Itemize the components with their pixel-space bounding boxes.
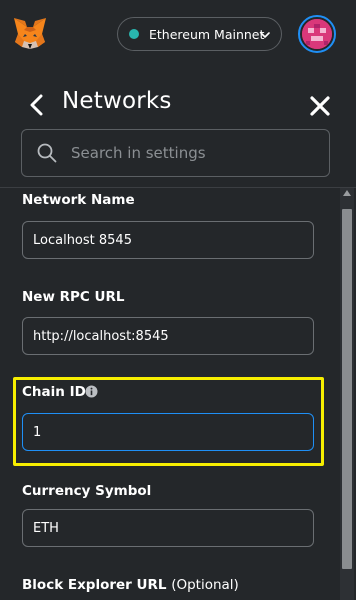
rpc-url-label: New RPC URL [22,289,125,305]
metamask-popup: Ethereum Mainnet Networks Search in sett… [0,0,356,600]
metamask-fox-icon[interactable] [12,16,48,52]
app-header: Ethereum Mainnet [0,0,356,70]
avatar-pattern-icon [302,19,332,49]
currency-symbol-field[interactable] [22,509,314,547]
block-explorer-label-text: Block Explorer URL [22,577,167,593]
settings-header: Networks [0,85,356,125]
chain-id-field[interactable] [22,413,314,451]
page-title: Networks [62,88,172,114]
account-avatar[interactable] [298,15,336,53]
rpc-url-field[interactable] [22,317,314,355]
settings-search[interactable] [21,129,330,177]
chain-id-label: Chain ID [22,384,86,400]
network-status-dot [129,29,139,39]
scroll-up-arrow-icon[interactable] [343,190,351,196]
close-icon[interactable] [309,95,331,117]
network-selector[interactable]: Ethereum Mainnet [117,17,282,51]
currency-symbol-label: Currency Symbol [22,483,152,499]
search-icon [37,143,57,163]
block-explorer-label: Block Explorer URL (Optional) [22,577,239,593]
form-scrollbar[interactable] [340,188,354,600]
chevron-down-icon [260,32,270,38]
back-arrow-icon[interactable] [28,94,46,116]
network-label: Ethereum Mainnet [149,26,265,42]
avatar-image [302,19,332,49]
network-name-label: Network Name [22,192,135,208]
search-input[interactable] [71,144,301,162]
scrollbar-thumb[interactable] [342,209,352,569]
network-form: Network Name New RPC URL Chain ID Curren… [0,188,340,600]
optional-tag: (Optional) [171,577,239,593]
network-name-field[interactable] [22,221,314,259]
info-icon[interactable] [85,385,98,398]
